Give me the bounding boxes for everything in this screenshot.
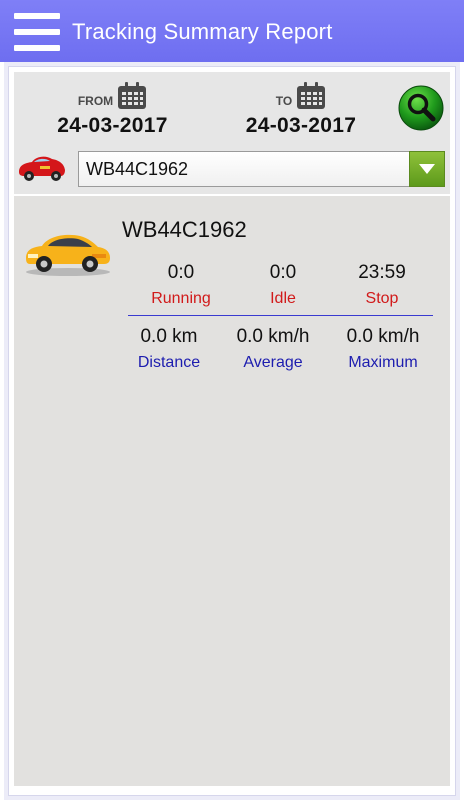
idle-stat: 0:0 Idle: [228, 262, 338, 308]
idle-value: 0:0: [269, 262, 297, 283]
maximum-label: Maximum: [348, 354, 418, 371]
stop-value: 23:59: [358, 262, 406, 283]
magnifier-search-icon[interactable]: [398, 85, 444, 131]
from-label: FROM: [77, 94, 114, 108]
vehicle-select[interactable]: WB44C1962: [78, 151, 445, 187]
distance-label: Distance: [137, 354, 201, 371]
from-date-value: 24-03-2017: [57, 114, 168, 137]
average-value: 0.0 km/h: [236, 326, 310, 347]
menu-line: [14, 13, 60, 19]
running-stat: 0:0 Running: [126, 262, 236, 308]
yellow-taxi-icon: [26, 234, 110, 276]
to-date-value: 24-03-2017: [245, 114, 357, 137]
calendar-icon: [118, 82, 147, 109]
calendar-icon: [297, 82, 326, 109]
selected-vehicle: WB44C1962: [86, 159, 189, 179]
average-stat: 0.0 km/h Average: [218, 326, 328, 372]
from-date-picker[interactable]: FROM 24-03-2017: [50, 80, 175, 138]
running-value: 0:0: [167, 262, 195, 283]
app-bar: Tracking Summary Report: [0, 0, 464, 62]
maximum-value: 0.0 km/h: [346, 326, 420, 347]
distance-value: 0.0 km: [140, 326, 198, 347]
hamburger-menu-icon[interactable]: [14, 13, 60, 51]
page-title: Tracking Summary Report: [72, 19, 333, 44]
to-label: TO: [275, 94, 293, 108]
red-car-icon: [19, 156, 65, 181]
divider: [128, 315, 433, 316]
stop-label: Stop: [365, 290, 399, 307]
distance-stat: 0.0 km Distance: [114, 326, 224, 372]
vehicle-name: WB44C1962: [122, 217, 247, 242]
menu-line: [14, 45, 60, 51]
chevron-down-icon: [419, 164, 435, 174]
dropdown-arrow-icon[interactable]: [409, 151, 445, 187]
menu-line: [14, 29, 60, 35]
stop-stat: 23:59 Stop: [327, 262, 437, 308]
to-date-picker[interactable]: TO 24-03-2017: [238, 80, 364, 138]
maximum-stat: 0.0 km/h Maximum: [328, 326, 438, 372]
average-label: Average: [243, 354, 303, 371]
running-label: Running: [151, 290, 211, 307]
idle-label: Idle: [270, 290, 296, 307]
